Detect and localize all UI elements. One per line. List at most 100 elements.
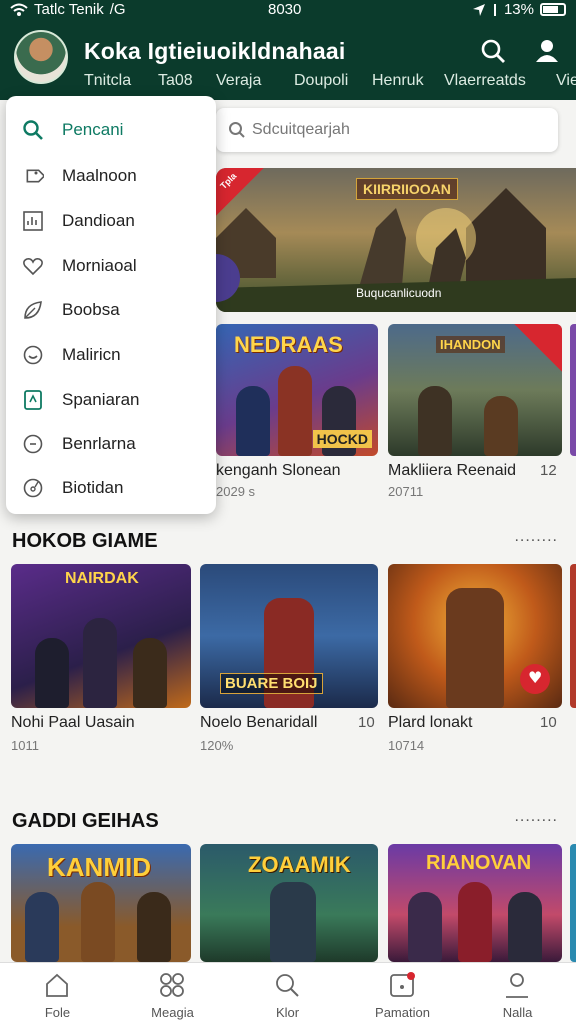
character-figure xyxy=(81,882,115,962)
search-icon xyxy=(276,974,299,997)
game-card[interactable]: IHANDON Makliiera Reenaid 12 20711 xyxy=(388,324,562,500)
next-card-peek xyxy=(570,564,576,708)
status-bar: Tatlc Tenik /G 8030 13% xyxy=(0,0,576,20)
nav-item-home[interactable]: Fole xyxy=(0,963,115,1024)
character-figure xyxy=(418,386,452,456)
more-button[interactable]: ........ xyxy=(514,528,558,546)
search-bar[interactable] xyxy=(216,108,558,152)
favorite-icon[interactable] xyxy=(520,664,550,694)
grid-icon xyxy=(160,973,184,997)
game-thumbnail: ZOAAMIK xyxy=(200,844,378,962)
menu-item-pencani[interactable]: Pencani xyxy=(6,108,216,152)
ribbon-badge xyxy=(216,168,264,216)
game-title: Nohi Paal Uasain xyxy=(11,714,135,731)
banner-caption: Buqucanlicuodn xyxy=(356,286,442,300)
dropdown-menu: Pencani Maalnoon Dandioan Morniaoal Boob… xyxy=(6,96,216,514)
tab-3[interactable]: Veraja xyxy=(216,72,261,90)
nav-item-media[interactable]: Meagia xyxy=(115,963,230,1024)
nav-label: Nalla xyxy=(502,1005,533,1020)
game-count: 12 xyxy=(540,462,557,479)
game-subtitle: 20711 xyxy=(388,484,424,499)
tab-2[interactable]: Ta08 xyxy=(158,72,193,90)
game-thumbnail: NAIRDAK xyxy=(11,564,191,708)
game-thumbnail: RIANOVAN xyxy=(388,844,562,962)
character-figure xyxy=(278,366,312,456)
battery-percent: 13% xyxy=(503,1,534,18)
tab-1[interactable]: Tnitcla xyxy=(84,72,131,90)
avatar[interactable] xyxy=(14,30,68,84)
game-title: Makliiera Reenaid xyxy=(388,462,517,479)
character-figure xyxy=(83,618,117,708)
game-card[interactable]: NEDRAAS HOCKD kenganh Slonean 2029 s xyxy=(216,324,378,500)
game-card[interactable]: Plard lonakt 10 10714 xyxy=(388,564,562,754)
wifi-icon xyxy=(10,3,28,16)
character-figure xyxy=(458,882,492,962)
game-thumbnail: BUARE BOIJ xyxy=(200,564,378,708)
ribbon-badge xyxy=(514,324,562,372)
tab-7[interactable]: Vie xyxy=(556,72,576,90)
game-card[interactable]: ZOAAMIK xyxy=(200,844,378,962)
menu-item-label: Benrlarna xyxy=(62,434,136,453)
character-figure xyxy=(446,588,504,708)
tab-6[interactable]: Vlaerreatds xyxy=(444,72,526,90)
game-logo-text: IHANDON xyxy=(436,336,505,353)
game-subtitle: 120% xyxy=(200,738,234,753)
game-thumbnail: IHANDON xyxy=(388,324,562,456)
game-logo-text: NAIRDAK xyxy=(65,570,139,587)
search-icon[interactable] xyxy=(478,36,508,66)
menu-item-label: Boobsa xyxy=(62,300,120,319)
game-title: kenganh Slonean xyxy=(216,462,341,479)
featured-banner[interactable]: Tpla KIIRRIIOOAN Buqucanlicuodn xyxy=(216,168,576,312)
menu-item-maliricn[interactable]: Maliricn xyxy=(6,333,216,377)
search-icon xyxy=(229,122,245,138)
menu-item-dandioan[interactable]: Dandioan xyxy=(6,199,216,243)
game-thumbnail: NEDRAAS HOCKD xyxy=(216,324,378,456)
menu-item-label: Spaniaran xyxy=(62,390,140,409)
app-header: Tatlc Tenik /G 8030 13% Koka Igtieiuoikl… xyxy=(0,0,576,100)
search-input[interactable] xyxy=(252,118,542,142)
clock-icon xyxy=(23,434,43,454)
character-figure xyxy=(484,396,518,456)
home-icon xyxy=(46,973,68,997)
game-count: 10 xyxy=(540,714,557,731)
character-figure xyxy=(508,892,542,962)
notification-icon xyxy=(390,972,415,997)
game-logo-text: ZOAAMIK xyxy=(248,852,351,877)
category-tabs: Tnitcla Ta08 Veraja Doupoli Henruk Vlaer… xyxy=(84,72,576,94)
character-figure xyxy=(270,882,316,962)
app-title: Koka Igtieiuoikldnahaai xyxy=(84,38,346,64)
menu-item-morniaoal[interactable]: Morniaoal xyxy=(6,244,216,288)
game-card[interactable]: BUARE BOIJ Noelo Benaridall 10 120% xyxy=(200,564,378,754)
menu-item-boobsa[interactable]: Boobsa xyxy=(6,288,216,332)
menu-item-label: Morniaoal xyxy=(62,256,137,275)
section-title: GADDI GEIHAS xyxy=(12,810,159,832)
menu-item-maalnoon[interactable]: Maalnoon xyxy=(6,154,216,198)
nav-item-profile[interactable]: Nalla xyxy=(460,963,575,1024)
network-text: /G xyxy=(109,1,126,18)
next-card-peek xyxy=(570,324,576,456)
game-card[interactable]: KANMID xyxy=(11,844,191,962)
game-thumbnail xyxy=(388,564,562,708)
menu-item-biotidan[interactable]: Biotidan xyxy=(6,466,216,510)
profile-icon[interactable] xyxy=(532,36,562,66)
game-subtitle: 1011 xyxy=(11,738,39,753)
nav-item-search[interactable]: Klor xyxy=(230,963,345,1024)
menu-item-benrlarna[interactable]: Benrlarna xyxy=(6,422,216,466)
nav-label: Pamation xyxy=(375,1005,430,1020)
next-card-peek xyxy=(570,844,576,962)
heart-icon xyxy=(23,258,43,276)
character-figure xyxy=(236,386,270,456)
tab-5[interactable]: Henruk xyxy=(372,72,424,90)
menu-item-spaniaran[interactable]: Spaniaran xyxy=(6,378,216,422)
game-card[interactable]: RIANOVAN xyxy=(388,844,562,962)
more-button[interactable]: ........ xyxy=(514,808,558,826)
tab-4[interactable]: Doupoli xyxy=(294,72,348,90)
tag-icon xyxy=(26,169,44,183)
menu-item-label: Biotidan xyxy=(62,478,124,497)
nav-item-notifications[interactable]: Pamation xyxy=(345,963,460,1024)
clock-text: 8030 xyxy=(268,1,302,18)
game-card[interactable]: NAIRDAK Nohi Paal Uasain 1011 xyxy=(11,564,191,754)
game-subtitle: 2029 s xyxy=(216,484,256,499)
search-icon xyxy=(23,120,43,140)
character-figure xyxy=(137,892,171,962)
